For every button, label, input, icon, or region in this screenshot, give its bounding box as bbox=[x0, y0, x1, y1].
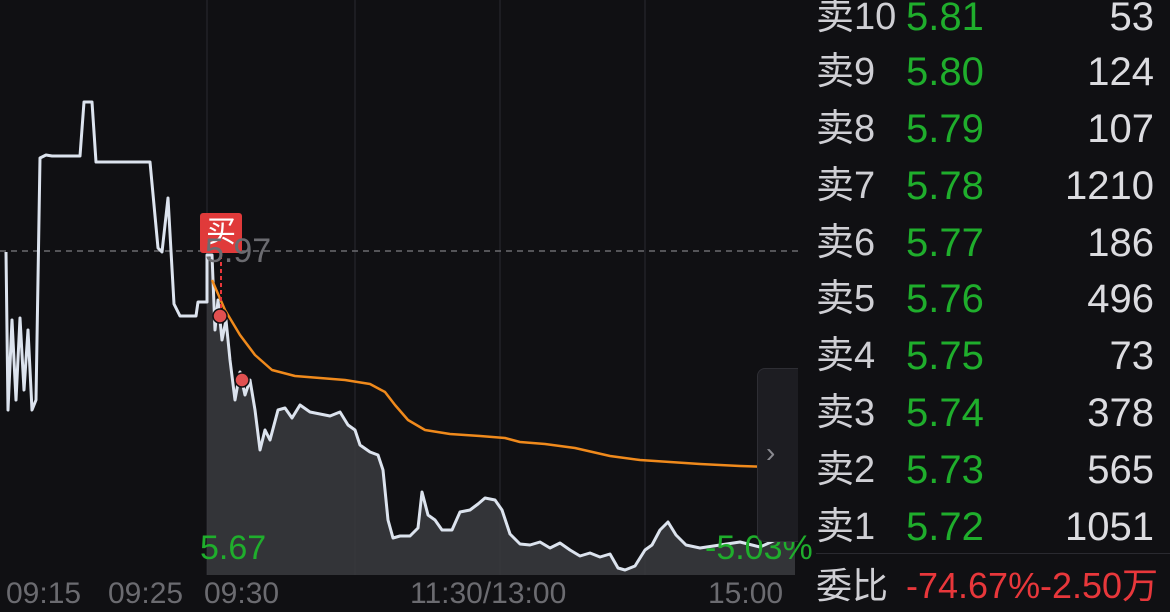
ask-volume: 53 bbox=[1109, 0, 1155, 39]
ask-price: 5.73 bbox=[906, 448, 984, 492]
ask-price: 5.80 bbox=[906, 50, 984, 94]
ask-price: 5.79 bbox=[906, 107, 984, 151]
time-label-0915: 09:15 bbox=[6, 577, 82, 610]
price-line bbox=[4, 100, 796, 572]
ask-row-2[interactable]: 卖2 5.73 565 bbox=[812, 442, 1170, 499]
ask-row-7[interactable]: 卖7 5.78 1210 bbox=[812, 158, 1170, 215]
time-label-0930: 09:30 bbox=[204, 577, 280, 610]
time-label-0925: 09:25 bbox=[108, 577, 184, 610]
ask-price: 5.77 bbox=[906, 221, 984, 265]
ask-volume: 107 bbox=[1087, 107, 1154, 151]
ratio-amount: -2.50万 bbox=[1040, 565, 1159, 606]
expand-panel-button[interactable]: › bbox=[757, 368, 798, 542]
ask-row-4[interactable]: 卖4 5.75 73 bbox=[812, 328, 1170, 385]
ask-price: 5.74 bbox=[906, 391, 984, 435]
buy-point-marker bbox=[212, 308, 228, 324]
ask-label: 卖2 bbox=[816, 449, 876, 491]
ask-row-1[interactable]: 卖1 5.72 1051 bbox=[812, 499, 1170, 556]
ask-volume: 1051 bbox=[1065, 505, 1154, 549]
order-book-divider bbox=[816, 553, 1170, 554]
ask-row-6[interactable]: 卖6 5.77 186 bbox=[812, 215, 1170, 272]
chevron-right-icon: › bbox=[766, 437, 776, 468]
ask-label: 卖5 bbox=[816, 278, 876, 320]
ask-price: 5.75 bbox=[906, 334, 984, 378]
ask-volume: 186 bbox=[1087, 221, 1154, 265]
ask-price: 5.76 bbox=[906, 277, 984, 321]
ask-row-9[interactable]: 卖9 5.80 124 bbox=[812, 44, 1170, 101]
ask-volume: 1210 bbox=[1065, 164, 1154, 208]
ask-label: 卖10 bbox=[816, 0, 897, 38]
ask-row-5[interactable]: 卖5 5.76 496 bbox=[812, 271, 1170, 328]
ask-price: 5.72 bbox=[906, 505, 984, 549]
ask-row-10[interactable]: 卖10 5.81 53 bbox=[812, 0, 1170, 46]
reference-price-label: 5.97 bbox=[205, 232, 272, 270]
ask-row-3[interactable]: 卖3 5.74 378 bbox=[812, 385, 1170, 442]
ask-label: 卖3 bbox=[816, 392, 876, 434]
intraday-chart[interactable] bbox=[0, 0, 800, 597]
ask-volume: 124 bbox=[1087, 50, 1154, 94]
ask-price: 5.81 bbox=[906, 0, 984, 39]
time-label-1500: 15:00 bbox=[708, 577, 784, 610]
ask-price: 5.78 bbox=[906, 164, 984, 208]
ratio-value: -74.67% bbox=[906, 565, 1041, 606]
trade-point-marker bbox=[234, 372, 250, 388]
ask-row-8[interactable]: 卖8 5.79 107 bbox=[812, 101, 1170, 158]
ask-label: 卖7 bbox=[816, 165, 876, 207]
ask-label: 卖6 bbox=[816, 222, 876, 264]
ratio-label: 委比 bbox=[816, 565, 889, 606]
ask-volume: 378 bbox=[1087, 391, 1154, 435]
ask-label: 卖9 bbox=[816, 51, 876, 93]
ask-label: 卖4 bbox=[816, 335, 876, 377]
order-book-panel: 卖10 5.81 53 卖9 5.80 124 卖8 5.79 107 卖7 5… bbox=[812, 0, 1170, 606]
ask-label: 卖8 bbox=[816, 108, 876, 150]
order-ratio-row: 委比 -74.67% -2.50万 bbox=[812, 566, 1170, 606]
ask-volume: 496 bbox=[1087, 277, 1154, 321]
ask-volume: 73 bbox=[1109, 334, 1155, 378]
time-label-1130-1300: 11:30/13:00 bbox=[410, 577, 567, 610]
ask-volume: 565 bbox=[1087, 448, 1154, 492]
low-price-label: 5.67 bbox=[200, 529, 267, 567]
ask-label: 卖1 bbox=[816, 506, 876, 548]
